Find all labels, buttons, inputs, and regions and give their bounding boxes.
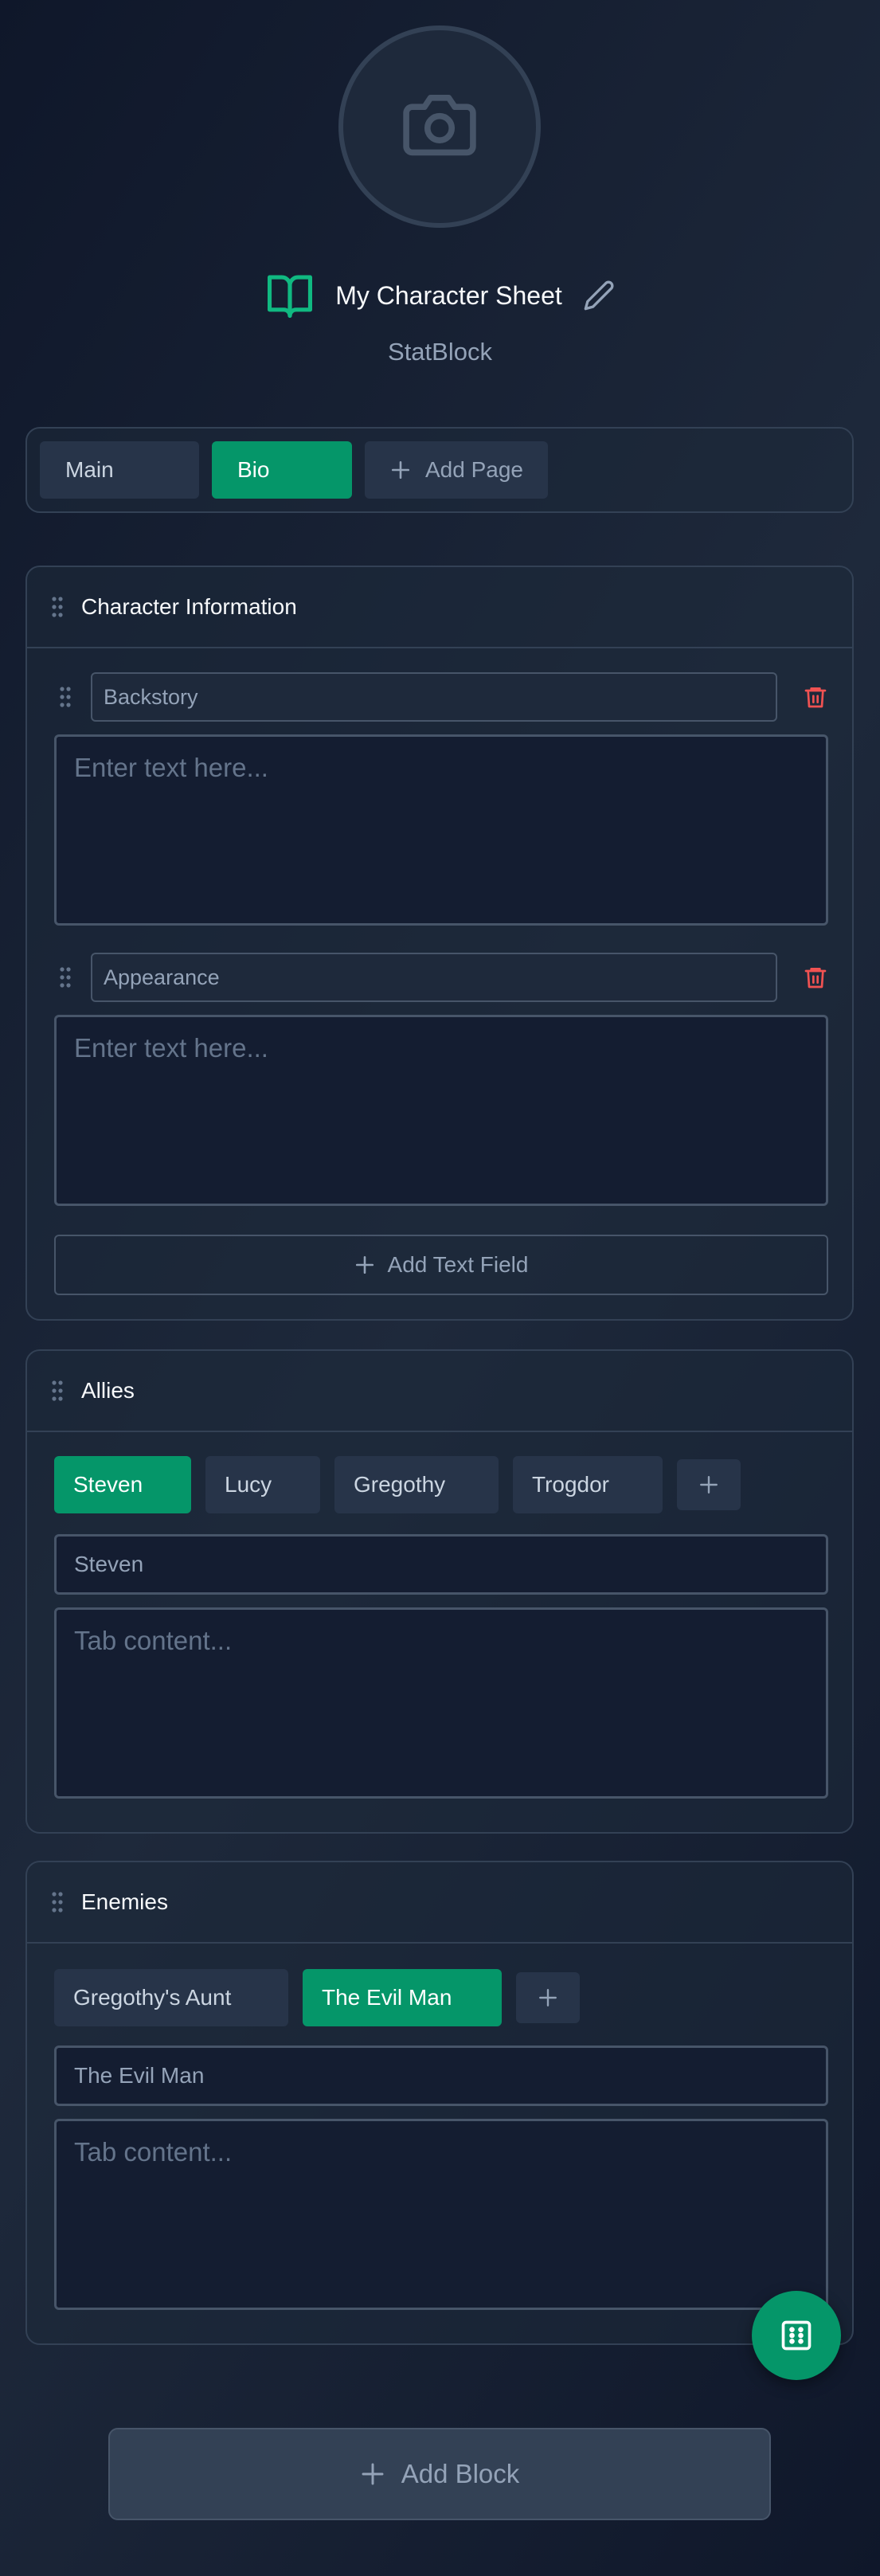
tab-main[interactable]: Main	[40, 441, 199, 499]
tab-gregothy[interactable]: Gregothy	[334, 1456, 499, 1513]
trash-icon[interactable]	[803, 683, 828, 711]
page-tabs-bar: Main Bio Add Page	[25, 427, 854, 513]
plus-icon	[355, 1255, 374, 1274]
drag-handle-icon[interactable]	[59, 686, 72, 708]
add-text-field-label: Add Text Field	[387, 1252, 529, 1277]
plus-icon	[391, 460, 410, 480]
block-enemies: Enemies Gregothy's Aunt The Evil Man The…	[25, 1861, 854, 2345]
tab-content-textarea[interactable]: Tab content...	[54, 1607, 828, 1799]
tab-lucy[interactable]: Lucy	[205, 1456, 320, 1513]
plus-icon	[700, 1476, 718, 1494]
camera-icon	[403, 95, 476, 156]
sheet-title: My Character Sheet	[335, 280, 562, 310]
plus-icon	[539, 1989, 557, 2006]
avatar-upload[interactable]	[338, 25, 541, 228]
tab-gregothys-aunt[interactable]: Gregothy's Aunt	[54, 1969, 288, 2026]
text-field-backstory: Backstory	[54, 672, 828, 722]
tab-content-textarea[interactable]: Tab content...	[54, 2119, 828, 2310]
tab-name-input[interactable]: The Evil Man	[54, 2046, 828, 2106]
tab-the-evil-man[interactable]: The Evil Man	[303, 1969, 502, 2026]
block-header: Allies	[27, 1351, 852, 1432]
ally-tabs: Steven Lucy Gregothy Trogdor	[54, 1456, 741, 1513]
add-block-button[interactable]: Add Block	[108, 2428, 771, 2520]
block-allies: Allies Steven Lucy Gregothy Trogdor Stev…	[25, 1349, 854, 1834]
trash-icon[interactable]	[803, 964, 828, 991]
tab-bio[interactable]: Bio	[212, 441, 352, 499]
field-title-input[interactable]: Backstory	[91, 672, 777, 722]
roll-dice-button[interactable]	[752, 2291, 841, 2380]
sheet-title-row: My Character Sheet	[0, 268, 880, 323]
block-header: Enemies	[27, 1862, 852, 1944]
pencil-icon[interactable]	[583, 280, 615, 311]
drag-handle-icon[interactable]	[51, 596, 64, 618]
book-open-icon	[268, 275, 313, 318]
add-page-label: Add Page	[425, 457, 523, 482]
block-title: Character Information	[81, 594, 297, 619]
app-subtitle: StatBlock	[388, 338, 492, 366]
add-page-button[interactable]: Add Page	[365, 441, 548, 499]
block-header: Character Information	[27, 567, 852, 648]
block-character-information: Character Information Backstory Enter te…	[25, 566, 854, 1321]
tab-steven[interactable]: Steven	[54, 1456, 191, 1513]
field-textarea[interactable]: Enter text here...	[54, 1015, 828, 1206]
tab-label: Main	[65, 457, 114, 482]
block-title: Enemies	[81, 1889, 168, 1914]
add-block-label: Add Block	[401, 2459, 520, 2488]
tab-trogdor[interactable]: Trogdor	[513, 1456, 663, 1513]
field-textarea[interactable]: Enter text here...	[54, 734, 828, 926]
text-field-appearance: Appearance	[54, 953, 828, 1002]
tab-name-input[interactable]: Steven	[54, 1534, 828, 1595]
drag-handle-icon[interactable]	[59, 966, 72, 989]
add-tab-button[interactable]	[516, 1972, 580, 2023]
plus-icon	[362, 2463, 384, 2485]
enemy-tabs: Gregothy's Aunt The Evil Man	[54, 1969, 580, 2026]
field-title-input[interactable]: Appearance	[91, 953, 777, 1002]
block-title: Allies	[81, 1378, 135, 1403]
add-text-field-button[interactable]: Add Text Field	[54, 1235, 828, 1295]
dice-icon	[781, 2320, 812, 2351]
drag-handle-icon[interactable]	[51, 1891, 64, 1913]
add-tab-button[interactable]	[677, 1459, 741, 1510]
tab-label: Bio	[237, 457, 270, 482]
drag-handle-icon[interactable]	[51, 1380, 64, 1402]
